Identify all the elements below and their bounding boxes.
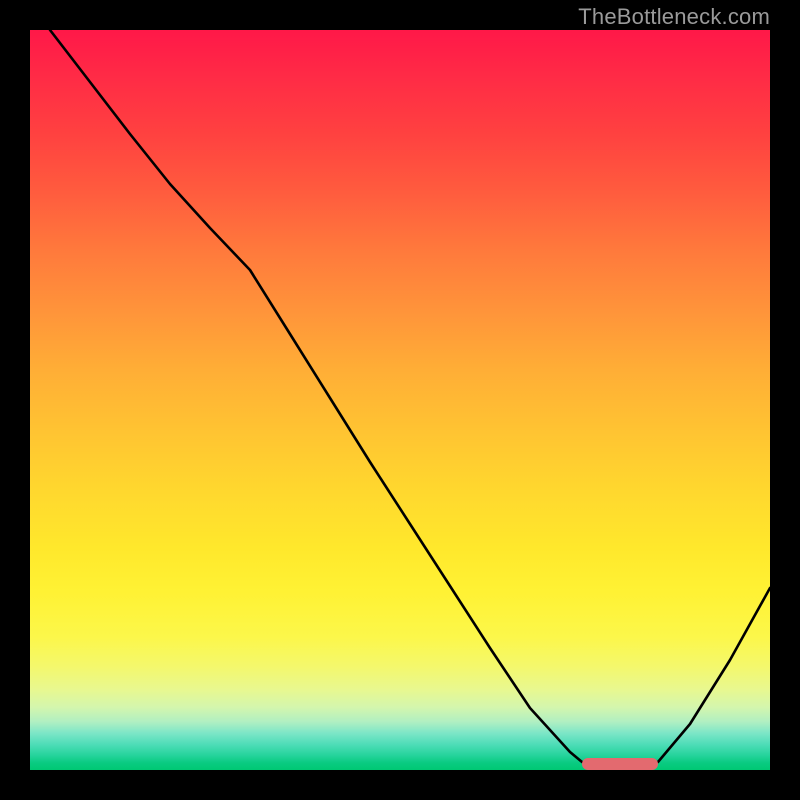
curve-path xyxy=(50,30,770,766)
chart-frame: TheBottleneck.com xyxy=(0,0,800,800)
bottleneck-curve xyxy=(30,30,770,770)
plot-area xyxy=(30,30,770,770)
optimal-range-marker xyxy=(582,758,658,770)
watermark-text: TheBottleneck.com xyxy=(578,4,770,30)
